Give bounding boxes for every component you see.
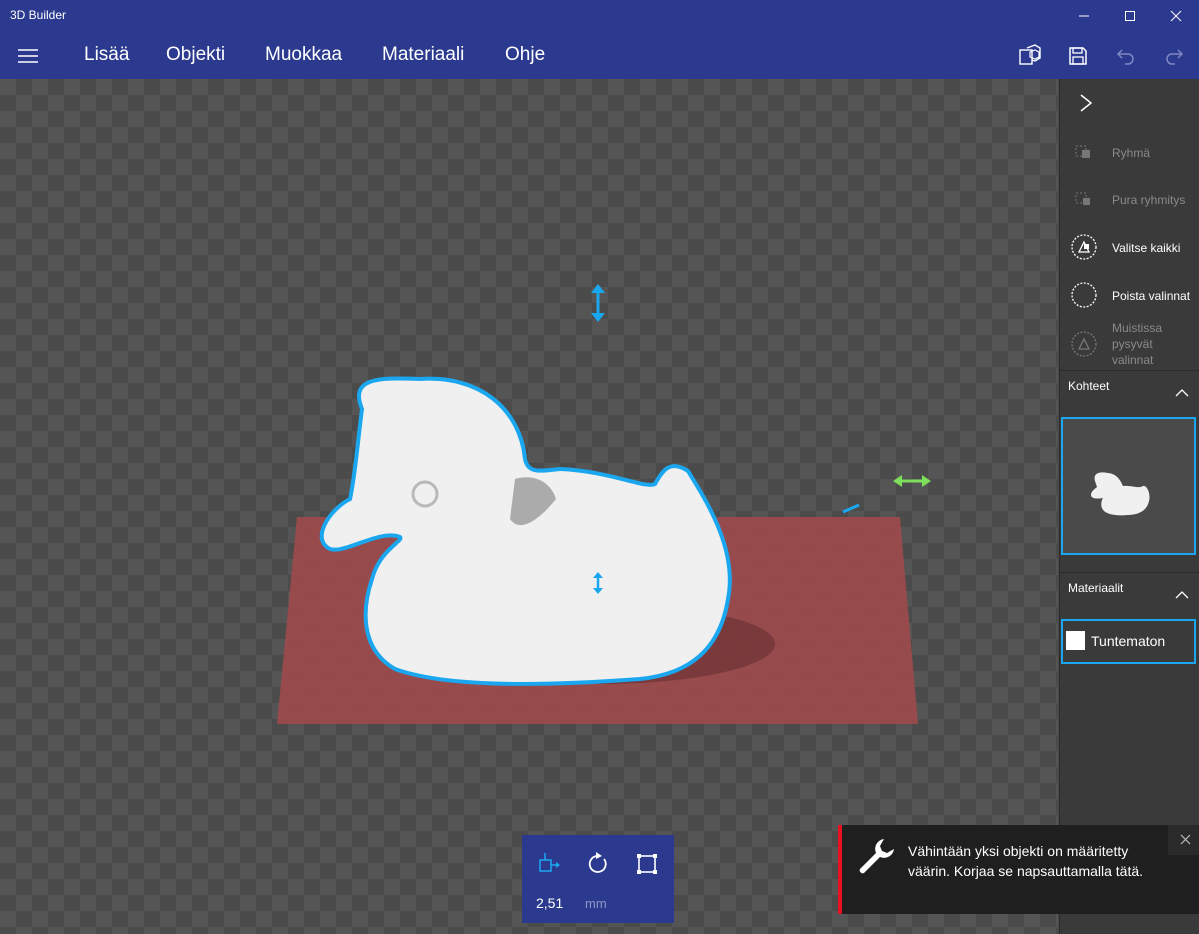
move-icon	[539, 853, 560, 872]
notification-message: Vähintään yksi objekti on määritetty vää…	[908, 843, 1144, 879]
rotate-icon	[588, 852, 607, 873]
sticky-selection-label: Muistissa pysyvät valinnat	[1112, 321, 1163, 367]
menu-ohje[interactable]: Ohje	[505, 44, 545, 66]
material-name: Tuntematon	[1091, 633, 1166, 649]
ungroup-icon	[1075, 192, 1090, 205]
scale-icon	[637, 854, 657, 874]
sticky-selection-button[interactable]: Muistissa pysyvät valinnat	[1060, 321, 1199, 368]
value-field[interactable]: 2,51	[536, 895, 563, 911]
minimize-icon	[1079, 15, 1089, 16]
scene-canvas	[277, 284, 931, 724]
view-3d-button[interactable]	[1013, 39, 1047, 73]
close-notification-button[interactable]	[1168, 825, 1199, 855]
collapse-panel-button[interactable]	[1074, 91, 1098, 115]
group-label: Ryhmä	[1112, 146, 1151, 160]
vertical-move-handle[interactable]	[591, 284, 605, 322]
move-tool-button[interactable]	[536, 851, 562, 877]
group-button[interactable]: Ryhmä	[1060, 132, 1199, 172]
axis-marker	[842, 503, 860, 514]
unit-label: mm	[585, 896, 607, 911]
material-item[interactable]: Tuntematon	[1061, 619, 1196, 664]
save-icon	[1069, 47, 1087, 65]
objects-section-header[interactable]: Kohteet	[1060, 370, 1199, 411]
redo-button[interactable]	[1157, 39, 1191, 73]
window-title: 3D Builder	[10, 8, 67, 22]
duck-thumbnail	[1091, 472, 1150, 516]
menu-lisaa[interactable]: Lisää	[84, 44, 129, 66]
materials-header-label: Materiaalit	[1068, 581, 1124, 595]
ungroup-button[interactable]: Pura ryhmitys	[1060, 179, 1199, 219]
3d-viewport[interactable]	[0, 79, 1058, 934]
clear-selection-button[interactable]: Poista valinnat	[1060, 275, 1199, 315]
chevron-up-icon	[1175, 591, 1189, 599]
group-icon	[1075, 145, 1090, 158]
save-button[interactable]	[1061, 39, 1095, 73]
close-icon	[1180, 834, 1191, 845]
redo-icon	[1166, 49, 1184, 65]
undo-button[interactable]	[1109, 39, 1143, 73]
maximize-icon	[1125, 10, 1135, 21]
menu-muokkaa[interactable]: Muokkaa	[265, 44, 342, 66]
chevron-right-icon	[1080, 94, 1093, 112]
select-all-button[interactable]: Valitse kaikki	[1060, 227, 1199, 267]
scale-tool-button[interactable]	[634, 851, 660, 877]
ungroup-label: Pura ryhmitys	[1112, 193, 1186, 207]
material-swatch	[1066, 631, 1085, 650]
hamburger-icon	[18, 49, 38, 63]
close-window-button[interactable]	[1153, 0, 1199, 31]
clear-selection-icon	[1071, 282, 1097, 308]
chevron-up-icon	[1175, 389, 1189, 397]
error-notification[interactable]: Vähintään yksi objekti on määritetty vää…	[838, 825, 1199, 914]
menu-materiaali[interactable]: Materiaali	[382, 44, 464, 66]
object-thumbnail[interactable]	[1061, 417, 1196, 555]
select-all-icon	[1071, 234, 1097, 260]
side-panel: Ryhmä Pura ryhmitys Valitse kaikki Poist…	[1059, 79, 1199, 934]
clear-selection-label: Poista valinnat	[1112, 289, 1191, 303]
menu-bar: Lisää Objekti Muokkaa Materiaali Ohje	[0, 31, 1199, 79]
sticky-selection-icon	[1071, 331, 1097, 357]
maximize-button[interactable]	[1107, 0, 1153, 31]
materials-section-header[interactable]: Materiaalit	[1060, 572, 1199, 613]
close-icon	[1170, 10, 1182, 21]
horizontal-move-handle[interactable]	[893, 475, 931, 487]
select-all-label: Valitse kaikki	[1112, 241, 1181, 255]
hamburger-menu-button[interactable]	[14, 44, 42, 68]
duck-model[interactable]	[319, 376, 732, 686]
rotate-tool-button[interactable]	[585, 851, 611, 877]
wrench-icon	[859, 839, 894, 874]
transform-toolbox: 2,51 mm	[522, 835, 674, 923]
objects-header-label: Kohteet	[1068, 379, 1110, 393]
menu-objekti[interactable]: Objekti	[166, 44, 225, 66]
cube-view-icon	[1019, 44, 1041, 65]
title-bar: 3D Builder	[0, 0, 1199, 31]
undo-icon	[1116, 49, 1134, 65]
minimize-button[interactable]	[1061, 0, 1107, 31]
